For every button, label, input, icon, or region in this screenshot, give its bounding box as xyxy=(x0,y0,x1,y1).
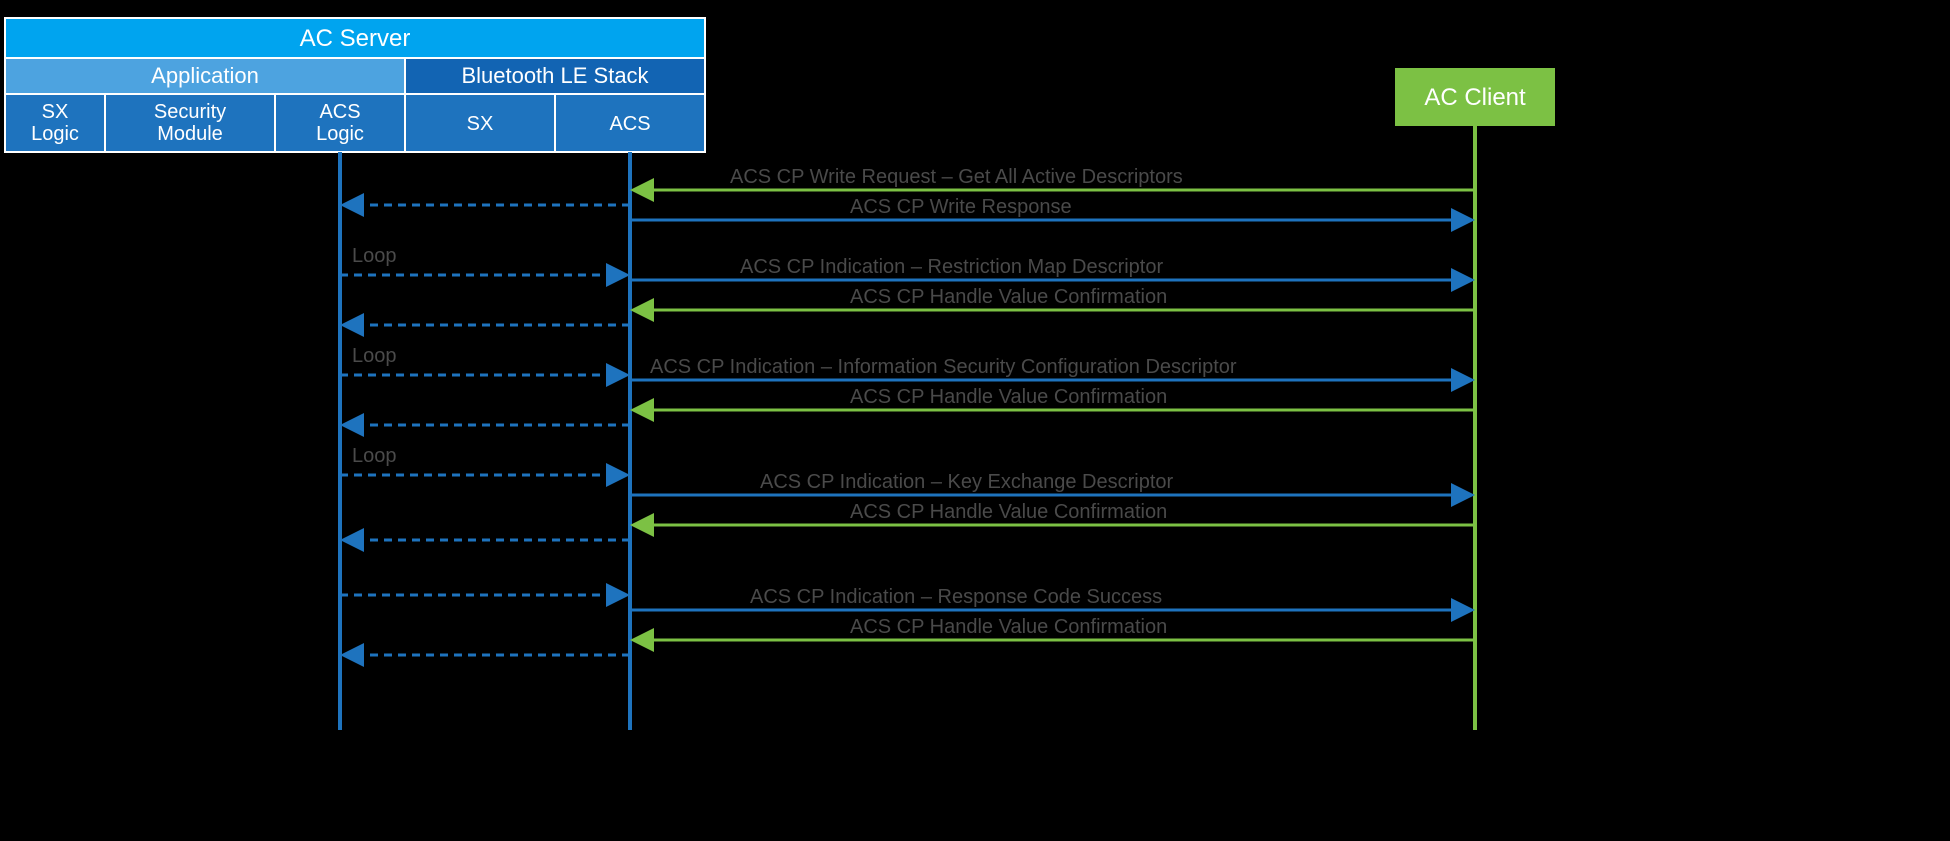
slot-acs-logic-l2: Logic xyxy=(316,123,364,145)
label-m4: ACS CP Handle Value Confirmation xyxy=(850,286,1167,308)
loop-label-2: Loop xyxy=(352,345,397,367)
label-m6: ACS CP Handle Value Confirmation xyxy=(850,386,1167,408)
label-m8: ACS CP Handle Value Confirmation xyxy=(850,501,1167,523)
stack-title: Bluetooth LE Stack xyxy=(461,63,649,88)
loop-label-1: Loop xyxy=(352,245,397,267)
label-m2: ACS CP Write Response xyxy=(850,196,1072,218)
slot-acs-label: ACS xyxy=(609,113,650,135)
client-title: AC Client xyxy=(1424,84,1526,111)
slot-sx-logic-l2: Logic xyxy=(31,123,79,145)
loop-label-3: Loop xyxy=(352,445,397,467)
label-m1: ACS CP Write Request – Get All Active De… xyxy=(730,166,1183,188)
slot-sx-logic-l1: SX xyxy=(42,101,69,123)
label-m5: ACS CP Indication – Information Security… xyxy=(650,356,1237,378)
label-m3: ACS CP Indication – Restriction Map Desc… xyxy=(740,256,1163,278)
server-title: AC Server xyxy=(300,25,411,52)
label-m10: ACS CP Handle Value Confirmation xyxy=(850,616,1167,638)
slot-security-module-l2: Module xyxy=(157,123,223,145)
slot-acs-logic-l1: ACS xyxy=(319,101,360,123)
slot-sx-label: SX xyxy=(467,113,494,135)
sequence-diagram: AC Server Application SX Logic Security … xyxy=(0,0,1950,841)
slot-security-module-l1: Security xyxy=(154,101,226,123)
label-m7: ACS CP Indication – Key Exchange Descrip… xyxy=(760,471,1174,493)
application-title: Application xyxy=(151,63,259,88)
label-m9: ACS CP Indication – Response Code Succes… xyxy=(750,586,1162,608)
